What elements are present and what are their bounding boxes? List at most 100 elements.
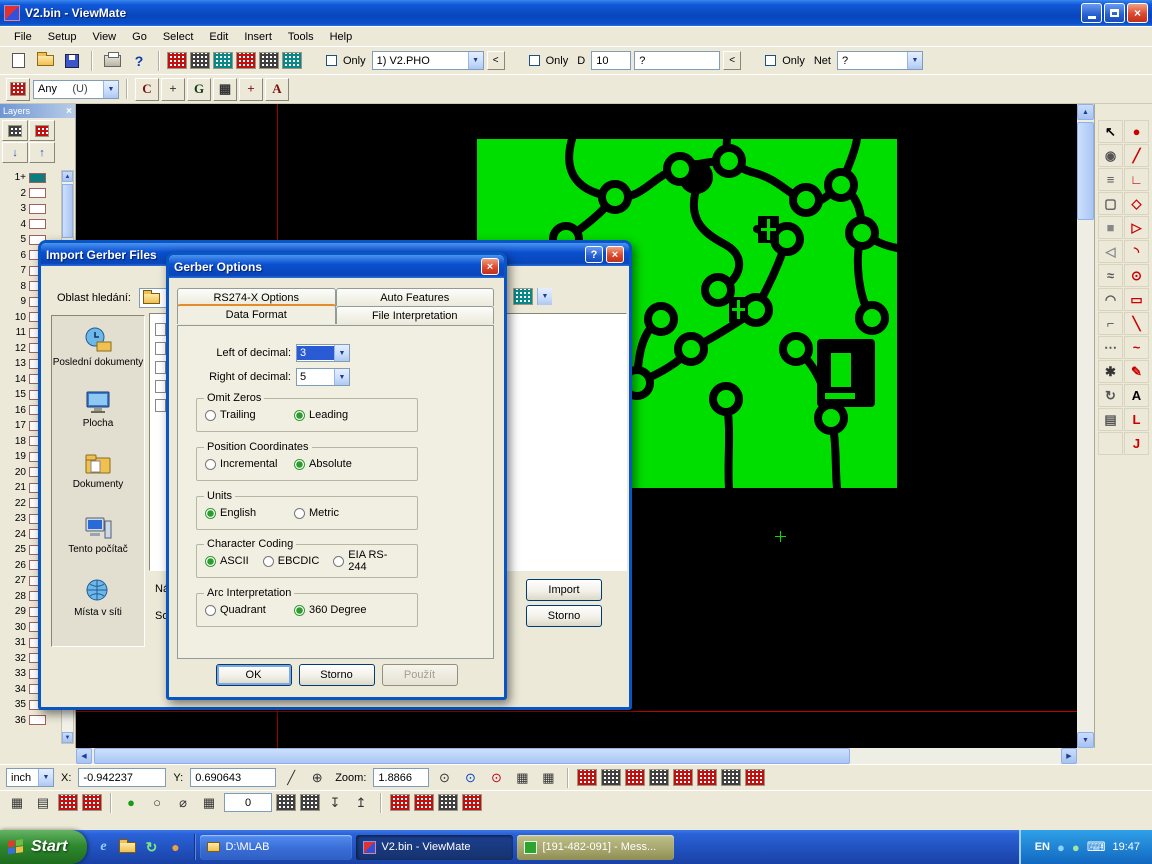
display-mode-icon[interactable] [745,769,765,786]
palette-tool-icon[interactable]: ╱ [1124,144,1149,167]
only-dcode-checkbox[interactable] [529,55,540,66]
title-bar[interactable]: V2.bin - ViewMate × [0,0,1152,26]
palette-tool-icon[interactable]: ↖ [1098,120,1123,143]
grid-icon[interactable]: ▦ [6,793,28,813]
view-menu-icon[interactable] [513,288,533,305]
keyboard-tray-icon[interactable]: ⌨ [1087,839,1106,855]
palette-tool-icon[interactable]: ~ [1124,336,1149,359]
start-button[interactable]: Start [0,830,87,864]
refresh-shortcut-icon[interactable]: ↻ [141,837,161,857]
clock[interactable]: 19:47 [1112,841,1140,853]
layers-view-button[interactable] [2,120,28,141]
scroll-up-icon[interactable]: ▲ [1077,104,1094,120]
chevron-down-icon[interactable]: ▼ [907,52,922,69]
dialog-close-button[interactable]: × [481,258,499,275]
radio-option[interactable]: 360 Degree [294,604,379,616]
palette-tool-icon[interactable]: ⊙ [1124,264,1149,287]
grid-pattern-icon[interactable] [236,52,256,69]
place-computer[interactable]: Tento počítač [52,515,144,578]
chevron-down-icon[interactable]: ▼ [537,288,552,305]
messenger-tray-icon[interactable]: ● [1057,840,1065,855]
display-mode-icon[interactable] [577,769,597,786]
open-file-button[interactable] [33,49,57,73]
pattern-toggle-icon[interactable] [462,794,482,811]
radio-option[interactable]: Leading [294,409,379,421]
vertical-scrollbar[interactable]: ▲ ▼ [1077,104,1094,748]
menu-item[interactable]: Go [124,29,155,45]
radio-input[interactable] [294,410,305,421]
palette-tool-icon[interactable]: ■ [1098,216,1123,239]
print-button[interactable] [100,49,124,73]
dialog-help-button[interactable]: ? [585,246,603,263]
ok-button[interactable]: OK [216,664,292,686]
palette-tool-icon[interactable]: ◠ [1098,288,1123,311]
zoom-window-icon[interactable]: ⊙ [459,768,481,788]
place-desktop[interactable]: Plocha [52,389,144,452]
menu-item[interactable]: Setup [40,29,85,45]
browser-shortcut-icon[interactable]: ● [165,837,185,857]
grid-dots-icon[interactable] [276,794,296,811]
display-mode-icon[interactable] [649,769,669,786]
layers-swap-button[interactable] [29,120,55,141]
grid-pattern-icon[interactable] [259,52,279,69]
radio-input[interactable] [205,410,216,421]
radio-option[interactable]: EIA RS-244 [333,549,403,573]
radio-input[interactable] [205,508,216,519]
grid-pattern-icon[interactable] [167,52,187,69]
right-of-decimal-combo[interactable]: 5 ▼ [296,368,350,386]
pattern-toggle-icon[interactable] [414,794,434,811]
menu-item[interactable]: Help [322,29,361,45]
palette-tool-icon[interactable]: A [1124,384,1149,407]
select-filter-combo[interactable]: Any (U) ▼ [33,80,119,99]
menu-item[interactable]: Select [155,29,202,45]
radio-input[interactable] [333,556,344,567]
anchor-down-icon[interactable]: ↧ [324,793,346,813]
pattern-toggle-icon[interactable] [82,794,102,811]
palette-tool-icon[interactable]: ▭ [1124,288,1149,311]
palette-tool-icon[interactable]: ⌐ [1098,312,1123,335]
chevron-down-icon[interactable]: ▼ [468,52,483,69]
radio-input[interactable] [263,556,274,567]
place-recent[interactable]: Poslední dokumenty [52,326,144,389]
grid-dots-icon[interactable] [300,794,320,811]
menu-item[interactable]: Insert [236,29,280,45]
palette-tool-icon[interactable]: ◇ [1124,192,1149,215]
context-help-button[interactable]: ? [127,49,151,73]
layer-color-swatch[interactable] [29,173,46,183]
prev-dcode-button[interactable]: < [723,51,741,70]
zoom-out-icon[interactable]: ⊙ [485,768,507,788]
chevron-down-icon[interactable]: ▼ [38,769,53,786]
select-tool-button[interactable]: A [265,78,289,101]
taskbar-task-mlab[interactable]: D:\MLAB [200,835,352,860]
menu-item[interactable]: View [84,29,124,45]
dcode-input[interactable]: 10 [591,51,631,70]
select-tool-button[interactable]: C [135,78,159,101]
dcode-counter[interactable]: 0 [224,793,272,812]
radio-option[interactable]: EBCDIC [263,555,320,567]
radio-input[interactable] [205,459,216,470]
palette-tool-icon[interactable]: ≈ [1098,264,1123,287]
internet-explorer-icon[interactable]: e [93,837,113,857]
grid-settings-icon[interactable]: ▦ [537,768,559,788]
scroll-down-icon[interactable]: ▼ [1077,732,1094,748]
horizontal-scrollbar[interactable]: ◀ ▶ [76,748,1077,764]
snap-target-icon[interactable]: ⊕ [306,768,328,788]
close-button[interactable]: × [1127,3,1148,23]
only-net-checkbox[interactable] [765,55,776,66]
palette-tool-icon[interactable]: ◁ [1098,240,1123,263]
layer-color-swatch[interactable] [29,219,46,229]
dialog-close-button[interactable]: × [606,246,624,263]
scroll-down-icon[interactable]: ▼ [62,732,73,743]
palette-tool-icon[interactable]: ⋯ [1098,336,1123,359]
layer-row[interactable]: 1+ [2,170,60,186]
palette-tool-icon[interactable]: ✎ [1124,360,1149,383]
palette-tool-icon[interactable]: ∟ [1124,168,1149,191]
measure-line-icon[interactable]: ╱ [280,768,302,788]
scrollbar-track[interactable] [92,748,1061,764]
save-button[interactable] [60,49,84,73]
dcode-query-input[interactable]: ? [634,51,720,70]
taskbar-task-viewmate[interactable]: V2.bin - ViewMate [356,835,513,860]
select-tool-button[interactable]: ▦ [213,78,237,101]
radio-input[interactable] [205,605,216,616]
zoom-in-icon[interactable]: ⊙ [433,768,455,788]
